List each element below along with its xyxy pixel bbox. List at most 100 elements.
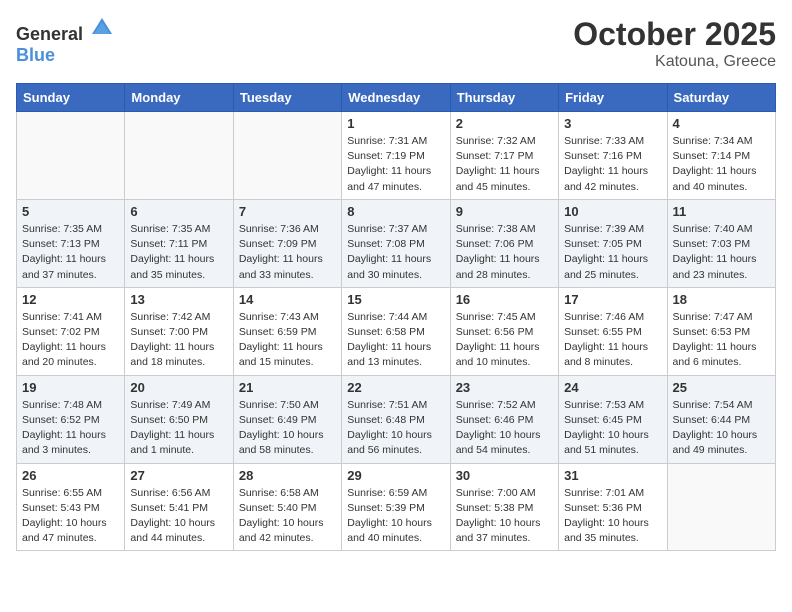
- day-number: 15: [347, 292, 444, 307]
- calendar-week-row: 5 Sunrise: 7:35 AMSunset: 7:13 PMDaylight…: [17, 199, 776, 287]
- day-detail: Sunrise: 7:00 AMSunset: 5:38 PMDaylight:…: [456, 486, 553, 547]
- table-row: 12 Sunrise: 7:41 AMSunset: 7:02 PMDayligh…: [17, 287, 125, 375]
- weekday-thursday: Thursday: [450, 84, 558, 112]
- weekday-wednesday: Wednesday: [342, 84, 450, 112]
- table-row: 18Sunrise: 7:47 AMSunset: 6:53 PMDayligh…: [667, 287, 775, 375]
- day-detail: Sunrise: 7:33 AMSunset: 7:16 PMDaylight:…: [564, 134, 661, 195]
- table-row: 23 Sunrise: 7:52 AMSunset: 6:46 PMDayligh…: [450, 375, 558, 463]
- day-detail: Sunrise: 7:31 AMSunset: 7:19 PMDaylight:…: [347, 134, 444, 195]
- table-row: 25 Sunrise: 7:54 AMSunset: 6:44 PMDayligh…: [667, 375, 775, 463]
- weekday-monday: Monday: [125, 84, 233, 112]
- table-row: 11 Sunrise: 7:40 AMSunset: 7:03 PMDayligh…: [667, 199, 775, 287]
- day-number: 21: [239, 380, 336, 395]
- calendar-week-row: 12 Sunrise: 7:41 AMSunset: 7:02 PMDayligh…: [17, 287, 776, 375]
- day-detail: Sunrise: 7:46 AMSunset: 6:55 PMDaylight:…: [564, 310, 661, 371]
- day-number: 20: [130, 380, 227, 395]
- table-row: 22 Sunrise: 7:51 AMSunset: 6:48 PMDayligh…: [342, 375, 450, 463]
- logo-general: General: [16, 24, 83, 44]
- day-number: 22: [347, 380, 444, 395]
- day-detail: Sunrise: 7:34 AMSunset: 7:14 PMDaylight:…: [673, 134, 770, 195]
- table-row: 13 Sunrise: 7:42 AMSunset: 7:00 PMDayligh…: [125, 287, 233, 375]
- day-number: 16: [456, 292, 553, 307]
- logo-icon: [90, 16, 114, 40]
- day-number: 2: [456, 116, 553, 131]
- day-detail: Sunrise: 7:40 AMSunset: 7:03 PMDaylight:…: [673, 222, 770, 283]
- day-number: 12: [22, 292, 119, 307]
- logo: General Blue: [16, 16, 114, 66]
- day-detail: Sunrise: 6:56 AMSunset: 5:41 PMDaylight:…: [130, 486, 227, 547]
- table-row: 28Sunrise: 6:58 AMSunset: 5:40 PMDayligh…: [233, 463, 341, 551]
- day-number: 3: [564, 116, 661, 131]
- day-number: 13: [130, 292, 227, 307]
- table-row: 10Sunrise: 7:39 AMSunset: 7:05 PMDayligh…: [559, 199, 667, 287]
- table-row: 3 Sunrise: 7:33 AMSunset: 7:16 PMDaylight…: [559, 112, 667, 200]
- table-row: 20 Sunrise: 7:49 AMSunset: 6:50 PMDayligh…: [125, 375, 233, 463]
- day-number: 11: [673, 204, 770, 219]
- day-number: 25: [673, 380, 770, 395]
- day-number: 31: [564, 468, 661, 483]
- day-number: 14: [239, 292, 336, 307]
- day-detail: Sunrise: 7:42 AMSunset: 7:00 PMDaylight:…: [130, 310, 227, 371]
- day-detail: Sunrise: 6:55 AMSunset: 5:43 PMDaylight:…: [22, 486, 119, 547]
- day-detail: Sunrise: 7:43 AMSunset: 6:59 PMDaylight:…: [239, 310, 336, 371]
- table-row: 27 Sunrise: 6:56 AMSunset: 5:41 PMDayligh…: [125, 463, 233, 551]
- day-number: 24: [564, 380, 661, 395]
- table-row: 2 Sunrise: 7:32 AMSunset: 7:17 PMDaylight…: [450, 112, 558, 200]
- day-detail: Sunrise: 7:32 AMSunset: 7:17 PMDaylight:…: [456, 134, 553, 195]
- table-row: 4Sunrise: 7:34 AMSunset: 7:14 PMDaylight…: [667, 112, 775, 200]
- table-row: [125, 112, 233, 200]
- table-row: 17 Sunrise: 7:46 AMSunset: 6:55 PMDayligh…: [559, 287, 667, 375]
- table-row: 21 Sunrise: 7:50 AMSunset: 6:49 PMDayligh…: [233, 375, 341, 463]
- day-number: 17: [564, 292, 661, 307]
- table-row: 24 Sunrise: 7:53 AMSunset: 6:45 PMDayligh…: [559, 375, 667, 463]
- table-row: 1 Sunrise: 7:31 AMSunset: 7:19 PMDaylight…: [342, 112, 450, 200]
- table-row: [233, 112, 341, 200]
- table-row: [17, 112, 125, 200]
- logo-blue: Blue: [16, 45, 55, 65]
- day-detail: Sunrise: 7:01 AMSunset: 5:36 PMDaylight:…: [564, 486, 661, 547]
- table-row: [667, 463, 775, 551]
- day-detail: Sunrise: 7:48 AMSunset: 6:52 PMDaylight:…: [22, 398, 119, 459]
- day-detail: Sunrise: 7:45 AMSunset: 6:56 PMDaylight:…: [456, 310, 553, 371]
- day-number: 27: [130, 468, 227, 483]
- location-title: Katouna, Greece: [573, 53, 776, 71]
- calendar-week-row: 26 Sunrise: 6:55 AMSunset: 5:43 PMDayligh…: [17, 463, 776, 551]
- day-number: 5: [22, 204, 119, 219]
- table-row: 9Sunrise: 7:38 AMSunset: 7:06 PMDaylight…: [450, 199, 558, 287]
- day-number: 19: [22, 380, 119, 395]
- weekday-saturday: Saturday: [667, 84, 775, 112]
- day-detail: Sunrise: 6:58 AMSunset: 5:40 PMDaylight:…: [239, 486, 336, 547]
- day-number: 26: [22, 468, 119, 483]
- day-number: 1: [347, 116, 444, 131]
- day-detail: Sunrise: 7:51 AMSunset: 6:48 PMDaylight:…: [347, 398, 444, 459]
- day-detail: Sunrise: 7:35 AMSunset: 7:13 PMDaylight:…: [22, 222, 119, 283]
- day-detail: Sunrise: 7:44 AMSunset: 6:58 PMDaylight:…: [347, 310, 444, 371]
- day-detail: Sunrise: 7:50 AMSunset: 6:49 PMDaylight:…: [239, 398, 336, 459]
- table-row: 6Sunrise: 7:35 AMSunset: 7:11 PMDaylight…: [125, 199, 233, 287]
- day-detail: Sunrise: 7:52 AMSunset: 6:46 PMDaylight:…: [456, 398, 553, 459]
- day-detail: Sunrise: 7:38 AMSunset: 7:06 PMDaylight:…: [456, 222, 553, 283]
- day-detail: Sunrise: 7:39 AMSunset: 7:05 PMDaylight:…: [564, 222, 661, 283]
- day-detail: Sunrise: 7:47 AMSunset: 6:53 PMDaylight:…: [673, 310, 770, 371]
- day-number: 29: [347, 468, 444, 483]
- day-detail: Sunrise: 7:49 AMSunset: 6:50 PMDaylight:…: [130, 398, 227, 459]
- title-block: October 2025 Katouna, Greece: [573, 16, 776, 71]
- table-row: 30Sunrise: 7:00 AMSunset: 5:38 PMDayligh…: [450, 463, 558, 551]
- day-number: 23: [456, 380, 553, 395]
- weekday-friday: Friday: [559, 84, 667, 112]
- table-row: 7Sunrise: 7:36 AMSunset: 7:09 PMDaylight…: [233, 199, 341, 287]
- calendar-week-row: 1 Sunrise: 7:31 AMSunset: 7:19 PMDaylight…: [17, 112, 776, 200]
- table-row: 15 Sunrise: 7:44 AMSunset: 6:58 PMDayligh…: [342, 287, 450, 375]
- day-detail: Sunrise: 7:53 AMSunset: 6:45 PMDaylight:…: [564, 398, 661, 459]
- day-detail: Sunrise: 7:36 AMSunset: 7:09 PMDaylight:…: [239, 222, 336, 283]
- table-row: 29Sunrise: 6:59 AMSunset: 5:39 PMDayligh…: [342, 463, 450, 551]
- day-detail: Sunrise: 7:35 AMSunset: 7:11 PMDaylight:…: [130, 222, 227, 283]
- calendar-week-row: 19 Sunrise: 7:48 AMSunset: 6:52 PMDayligh…: [17, 375, 776, 463]
- weekday-sunday: Sunday: [17, 84, 125, 112]
- page-header: General Blue October 2025 Katouna, Greec…: [16, 16, 776, 71]
- day-detail: Sunrise: 7:41 AMSunset: 7:02 PMDaylight:…: [22, 310, 119, 371]
- table-row: 26 Sunrise: 6:55 AMSunset: 5:43 PMDayligh…: [17, 463, 125, 551]
- calendar-table: SundayMondayTuesdayWednesdayThursdayFrid…: [16, 83, 776, 551]
- day-number: 8: [347, 204, 444, 219]
- day-detail: Sunrise: 7:54 AMSunset: 6:44 PMDaylight:…: [673, 398, 770, 459]
